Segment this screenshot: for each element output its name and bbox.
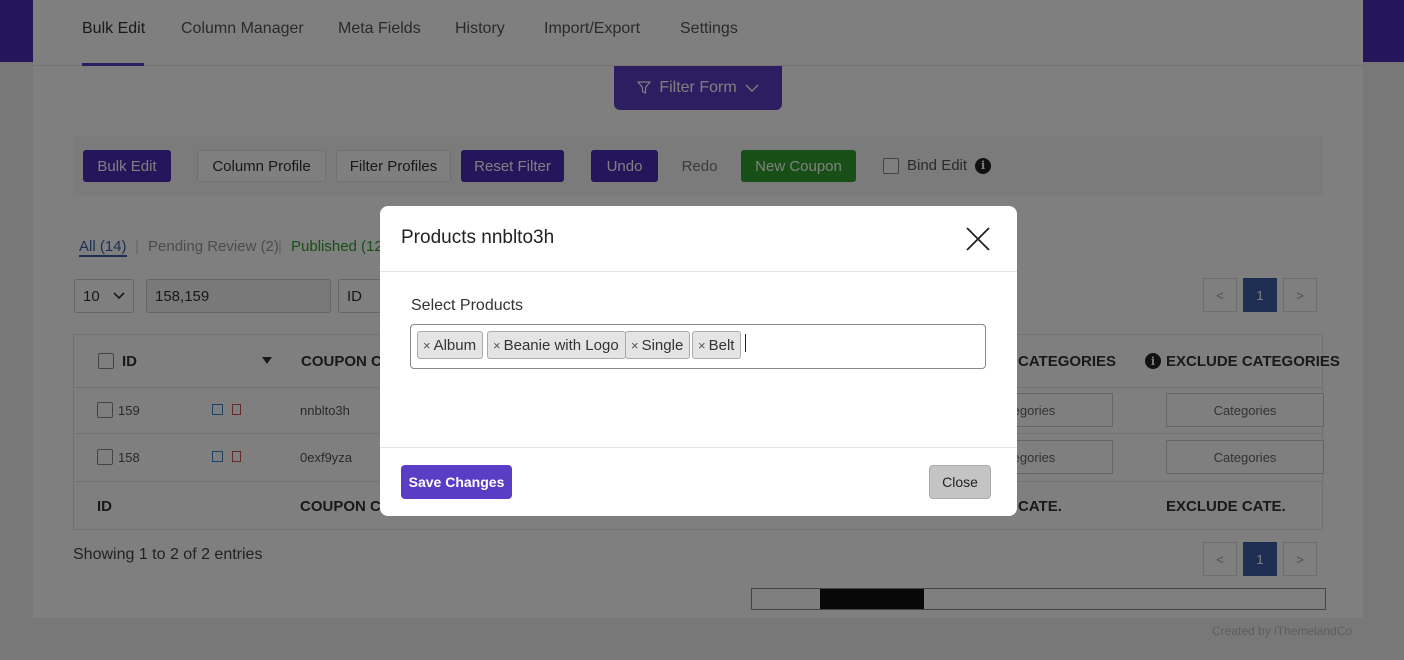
product-tag: × Beanie with Logo <box>487 331 626 359</box>
modal-body: Select Products × Album × Beanie with Lo… <box>380 272 1017 448</box>
remove-tag-icon[interactable]: × <box>423 338 431 353</box>
save-changes-button[interactable]: Save Changes <box>401 465 512 499</box>
tag-label: Album <box>433 336 477 354</box>
remove-tag-icon[interactable]: × <box>631 338 639 353</box>
tag-label: Beanie with Logo <box>503 336 619 354</box>
remove-tag-icon[interactable]: × <box>698 338 706 353</box>
products-select[interactable]: × Album × Beanie with Logo × Single × Be… <box>410 324 986 369</box>
select-products-label: Select Products <box>411 297 524 314</box>
remove-tag-icon[interactable]: × <box>493 338 501 353</box>
product-tag: × Single <box>625 331 691 359</box>
product-tag: × Belt <box>692 331 742 359</box>
text-cursor <box>745 334 746 352</box>
close-button[interactable]: Close <box>929 465 991 499</box>
tag-label: Single <box>641 336 684 354</box>
modal-title: Products nnblto3h <box>401 227 555 248</box>
modal-header: Products nnblto3h <box>380 206 1017 272</box>
products-modal: Products nnblto3h Select Products × Albu… <box>380 206 1017 516</box>
modal-footer: Save Changes Close <box>380 448 1017 516</box>
tag-label: Belt <box>708 336 735 354</box>
product-tag: × Album <box>417 331 484 359</box>
close-icon[interactable] <box>964 225 992 253</box>
